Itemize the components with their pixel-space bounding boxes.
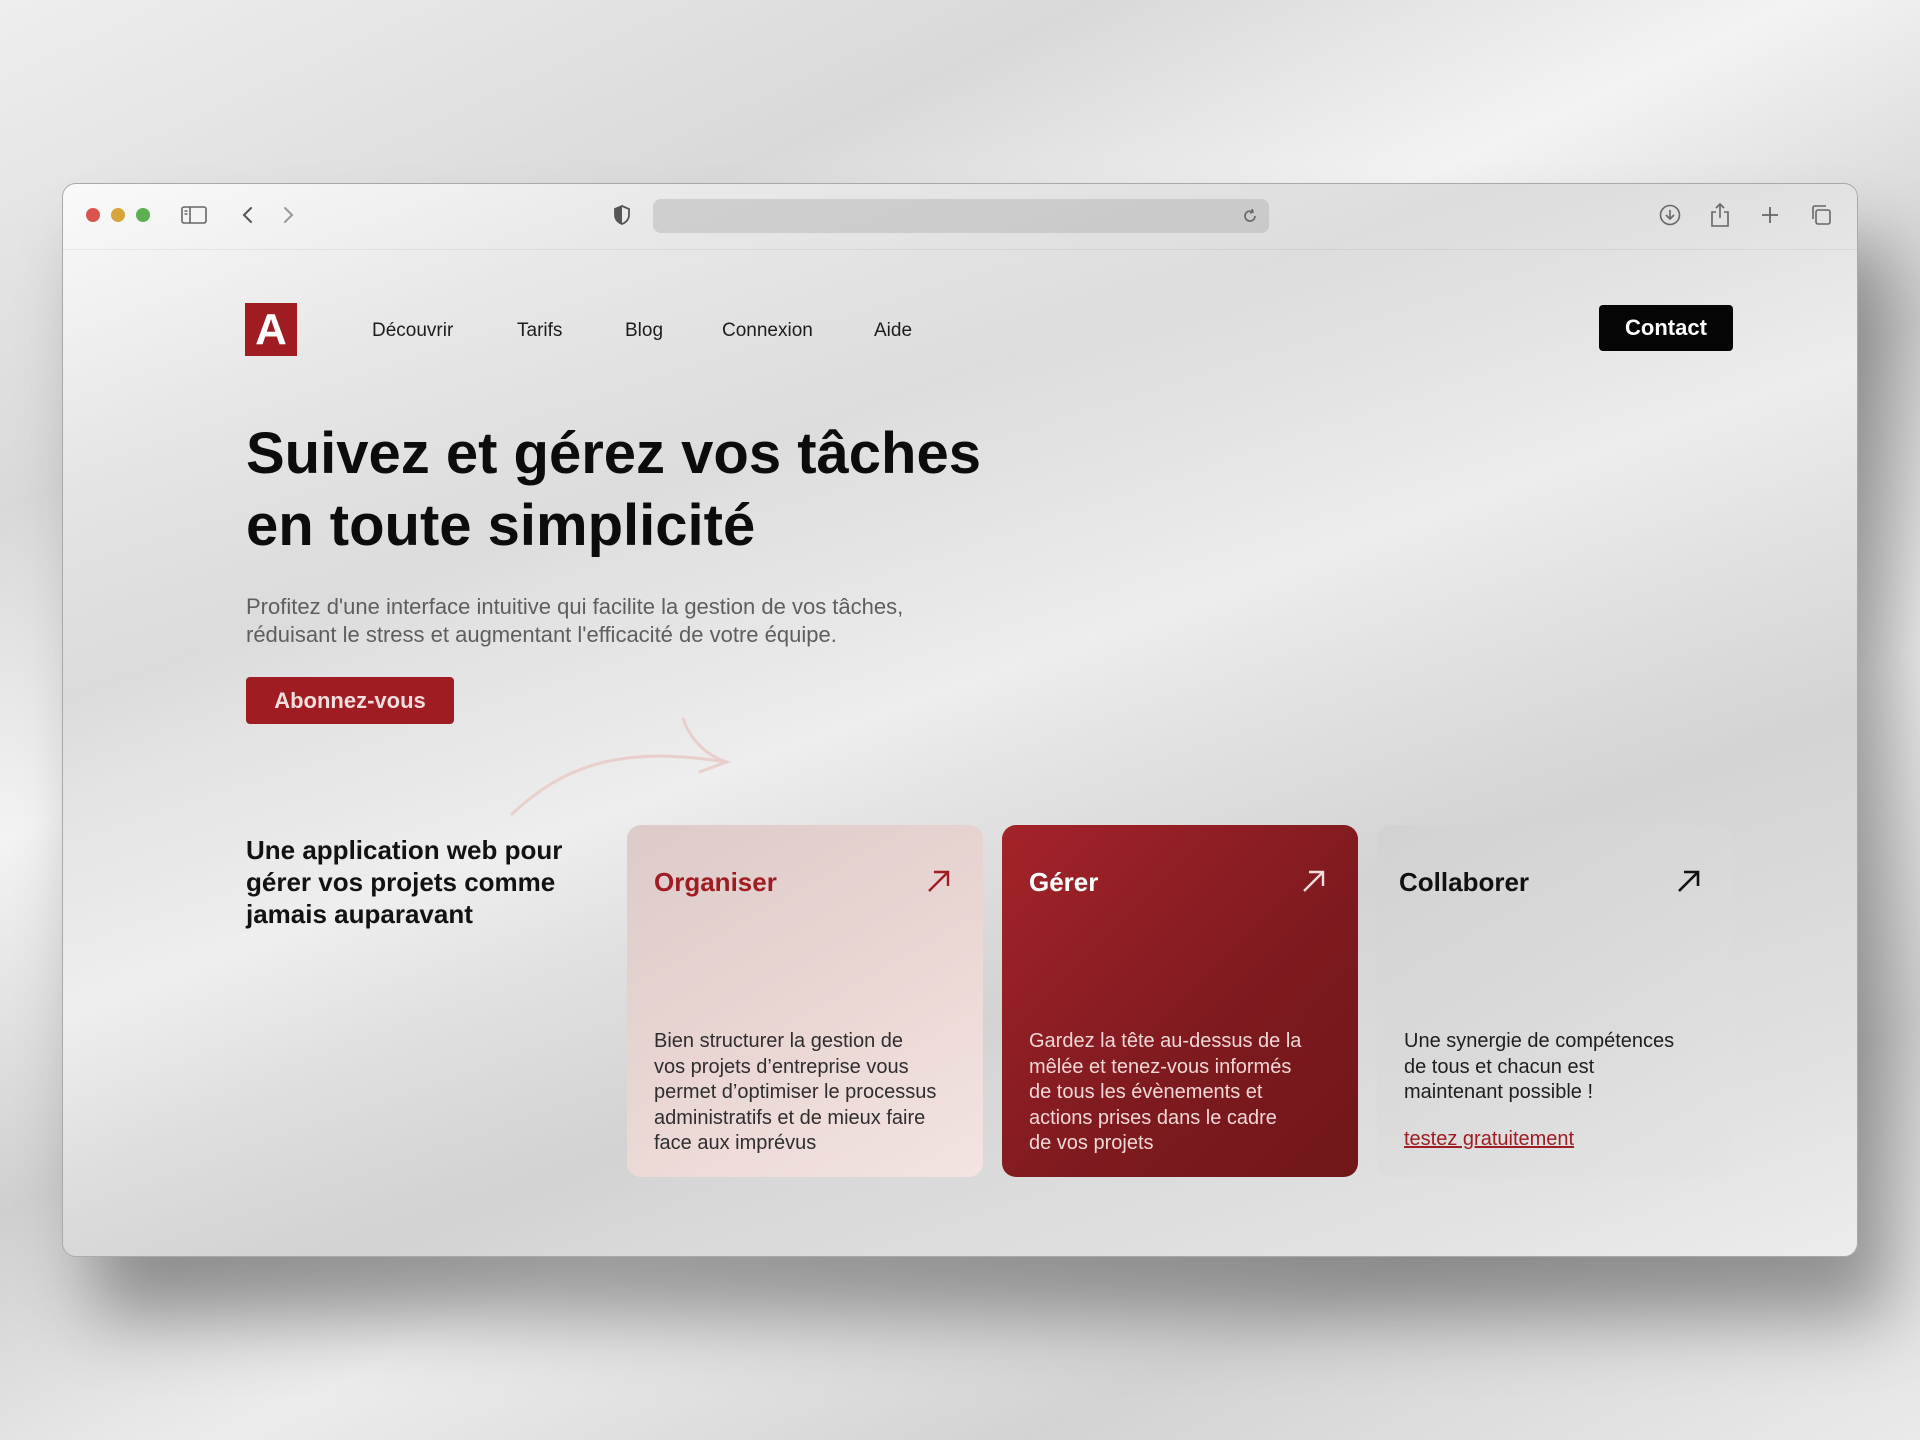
- reload-icon[interactable]: [1237, 203, 1263, 229]
- brand-logo[interactable]: A: [245, 303, 297, 356]
- card-text-line: de vos projets: [1029, 1132, 1154, 1154]
- arrow-up-right-icon[interactable]: [1675, 867, 1703, 900]
- nav-item-connexion[interactable]: Connexion: [722, 320, 813, 342]
- feature-card-organiser[interactable]: Organiser Bien structurer la gestion de …: [627, 825, 983, 1177]
- hero-title: Suivez et gérez vos tâches en toute simp…: [246, 418, 1146, 562]
- browser-toolbar: [63, 184, 1857, 250]
- card-description: Une synergie de compétences de tous et c…: [1404, 1029, 1714, 1106]
- forward-icon[interactable]: [275, 202, 301, 228]
- card-text-line: face aux imprévus: [654, 1132, 817, 1154]
- download-icon[interactable]: [1657, 202, 1683, 228]
- new-tab-icon[interactable]: [1757, 202, 1783, 228]
- logo-letter: A: [255, 304, 287, 354]
- privacy-shield-icon[interactable]: [609, 202, 635, 228]
- hero-title-line-1: Suivez et gérez vos tâches: [246, 421, 981, 486]
- maximize-window-button[interactable]: [136, 208, 150, 222]
- card-text-line: actions prises dans le cadre: [1029, 1106, 1277, 1129]
- card-text-line: Une synergie de compétences: [1404, 1030, 1675, 1052]
- card-text-line: permet d’optimiser le processus: [654, 1081, 937, 1103]
- feature-card-gerer[interactable]: Gérer Gardez la tête au-dessus de la mêl…: [1002, 825, 1358, 1177]
- feature-card-collaborer[interactable]: Collaborer Une synergie de compétences d…: [1377, 825, 1733, 1177]
- tagline-line-1: Une application web pour: [246, 835, 563, 865]
- nav-item-tarifs[interactable]: Tarifs: [517, 320, 562, 342]
- card-text-line: vos projets d’entreprise vous: [654, 1055, 909, 1078]
- card-title: Gérer: [1029, 867, 1099, 897]
- page-content: A Découvrir Tarifs Blog Connexion Aide C…: [63, 250, 1857, 1256]
- close-window-button[interactable]: [86, 208, 100, 222]
- card-title: Organiser: [654, 867, 777, 897]
- hero-subtitle: Profitez d'une interface intuitive qui f…: [246, 593, 1026, 649]
- card-text-line: Gardez la tête au-dessus de la: [1029, 1030, 1302, 1052]
- tagline: Une application web pour gérer vos proje…: [246, 834, 596, 930]
- address-bar[interactable]: [653, 199, 1269, 233]
- minimize-window-button[interactable]: [111, 208, 125, 222]
- card-text-line: Bien structurer la gestion de: [654, 1030, 904, 1052]
- card-text-line: de tous et chacun est: [1404, 1055, 1595, 1078]
- card-text-line: maintenant possible !: [1404, 1081, 1594, 1103]
- card-title: Collaborer: [1399, 867, 1530, 897]
- nav-item-aide[interactable]: Aide: [874, 320, 912, 342]
- card-description: Bien structurer la gestion de vos projet…: [654, 1029, 964, 1157]
- card-description: Gardez la tête au-dessus de la mêlée et …: [1029, 1029, 1339, 1157]
- tab-overview-icon[interactable]: [1808, 202, 1834, 228]
- card-text-line: de tous les évènements et: [1029, 1081, 1263, 1103]
- nav-item-decouvrir[interactable]: Découvrir: [372, 320, 453, 342]
- share-icon[interactable]: [1707, 202, 1733, 228]
- hero-subtitle-line-2: réduisant le stress et augmentant l'effi…: [246, 622, 837, 647]
- sidebar-toggle-icon[interactable]: [181, 202, 207, 228]
- tagline-line-2: gérer vos projets comme: [246, 867, 556, 897]
- hero-title-line-2: en toute simplicité: [246, 493, 756, 558]
- arrow-up-right-icon[interactable]: [1300, 867, 1328, 900]
- subscribe-button[interactable]: Abonnez-vous: [246, 677, 454, 724]
- card-text-line: mêlée et tenez-vous informés: [1029, 1055, 1292, 1078]
- browser-window: A Découvrir Tarifs Blog Connexion Aide C…: [62, 183, 1858, 1257]
- arrow-up-right-icon[interactable]: [925, 867, 953, 900]
- tagline-line-3: jamais auparavant: [246, 899, 473, 929]
- nav-item-blog[interactable]: Blog: [625, 320, 663, 342]
- hero-subtitle-line-1: Profitez d'une interface intuitive qui f…: [246, 594, 904, 619]
- free-trial-link[interactable]: testez gratuitement: [1404, 1128, 1574, 1151]
- contact-button[interactable]: Contact: [1599, 305, 1733, 351]
- back-icon[interactable]: [235, 202, 261, 228]
- decorative-arrow-icon: [509, 717, 732, 817]
- card-text-line: administratifs et de mieux faire: [654, 1106, 926, 1129]
